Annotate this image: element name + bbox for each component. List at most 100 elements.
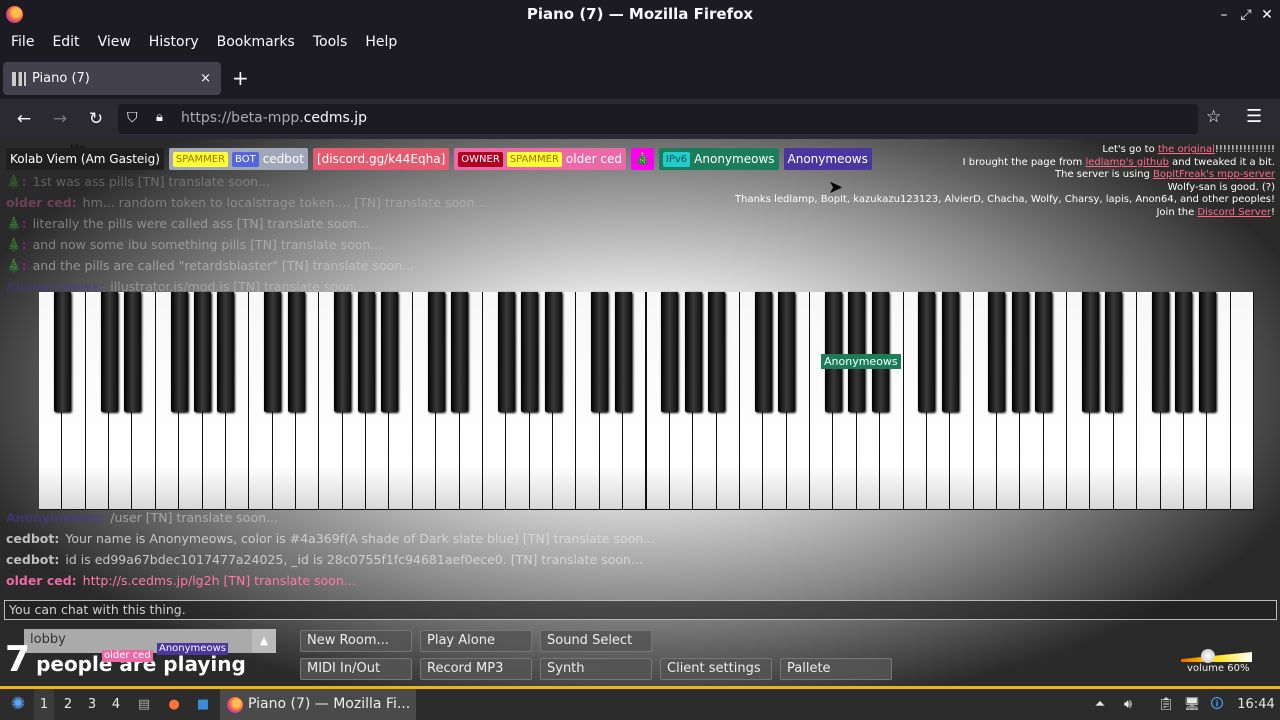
black-key[interactable]	[100, 292, 118, 412]
black-key[interactable]	[871, 292, 889, 412]
black-key[interactable]	[941, 292, 959, 412]
taskbar: ✺ 1 2 3 4 ▤ ● ■ Piano (7) — Mozilla Fi..…	[0, 686, 1280, 720]
close-tab-icon[interactable]: ×	[200, 62, 211, 95]
reload-icon[interactable]: ↻	[85, 108, 107, 130]
menu-help[interactable]: Help	[356, 29, 406, 55]
black-key[interactable]	[1152, 292, 1170, 412]
white-key[interactable]	[1230, 292, 1254, 509]
volume-tray-icon[interactable]: 🔊︎	[1118, 689, 1138, 720]
back-icon[interactable]: ←	[13, 108, 35, 130]
menu-file[interactable]: File	[2, 29, 43, 55]
clipboard-tray-icon[interactable]: 📋︎	[1156, 689, 1176, 720]
workspace-4[interactable]: 4	[106, 689, 126, 720]
original-link[interactable]: the original	[1158, 144, 1215, 155]
pallete-button[interactable]: Pallete	[780, 658, 892, 680]
user-1[interactable]: SPAMMER BOT cedbot	[168, 148, 308, 170]
black-key[interactable]	[684, 292, 702, 412]
black-key[interactable]	[661, 292, 679, 412]
shield-icon[interactable]: ⛉	[127, 110, 138, 126]
taskbar-firefox-task[interactable]: Piano (7) — Mozilla Fi...	[220, 689, 416, 720]
black-key[interactable]	[380, 292, 398, 412]
black-key[interactable]	[778, 292, 796, 412]
menu-tools[interactable]: Tools	[304, 29, 357, 55]
black-key[interactable]	[1011, 292, 1029, 412]
black-key[interactable]	[217, 292, 235, 412]
black-key[interactable]	[451, 292, 469, 412]
github-link[interactable]: ledlamp's github	[1085, 157, 1168, 168]
user-name: older ced	[565, 152, 622, 166]
synth-button[interactable]: Synth	[540, 658, 652, 680]
menu-history[interactable]: History	[140, 29, 208, 55]
menu-view[interactable]: View	[89, 29, 140, 55]
hamburger-menu-icon[interactable]: ☰	[1246, 106, 1262, 127]
display-tray-icon[interactable]: 🖥︎	[1182, 689, 1202, 720]
black-key[interactable]	[824, 292, 842, 412]
black-key[interactable]	[614, 292, 632, 412]
lock-icon[interactable]: 🔒︎	[156, 110, 163, 125]
user-3[interactable]: OWNER SPAMMER older ced	[454, 148, 626, 170]
chat-input[interactable]: You can chat with this thing.	[4, 600, 1277, 620]
firefox-launcher-icon[interactable]: ●	[163, 689, 185, 720]
room-expand-icon[interactable]: ▲	[252, 629, 276, 653]
black-key[interactable]	[1198, 292, 1216, 412]
black-key[interactable]	[591, 292, 609, 412]
midi-button[interactable]: MIDI In/Out	[300, 658, 412, 680]
firefox-task-icon	[227, 697, 243, 713]
volume-slider[interactable]: volume 60%	[1152, 649, 1252, 677]
new-tab-icon[interactable]: +	[232, 68, 249, 88]
black-key[interactable]	[918, 292, 936, 412]
black-key[interactable]	[123, 292, 141, 412]
black-key[interactable]	[53, 292, 71, 412]
user-4[interactable]: 🎄	[630, 148, 654, 170]
black-key[interactable]	[848, 292, 866, 412]
server-link[interactable]: BopItFreak's mpp-server	[1153, 169, 1275, 180]
black-key[interactable]	[170, 292, 188, 412]
workspace-2[interactable]: 2	[58, 689, 78, 720]
tray-up-icon[interactable]: ⏶	[1090, 689, 1110, 720]
user-2[interactable]: [discord.gg/k44Eqha]	[312, 148, 450, 170]
workspace-3[interactable]: 3	[82, 689, 102, 720]
maximize-icon[interactable]: ⤢	[1237, 6, 1255, 24]
user-0[interactable]: Kolab Viem (Am Gasteig)	[6, 148, 164, 170]
black-key[interactable]	[287, 292, 305, 412]
black-key[interactable]	[1175, 292, 1193, 412]
minimize-icon[interactable]: –	[1215, 6, 1233, 24]
terminal-icon[interactable]: ■	[192, 689, 214, 720]
volume-label: volume 60%	[1187, 663, 1250, 674]
sound-select-button[interactable]: Sound Select	[540, 630, 652, 652]
tab-piano[interactable]: Piano (7) ×	[3, 62, 221, 95]
black-key[interactable]	[521, 292, 539, 412]
user-tag: SPAMMER	[506, 151, 562, 167]
volume-knob[interactable]	[1201, 649, 1215, 663]
file-manager-icon[interactable]: ▤	[134, 689, 154, 720]
black-key[interactable]	[357, 292, 375, 412]
close-window-icon[interactable]: ✕	[1258, 6, 1276, 24]
black-key[interactable]	[334, 292, 352, 412]
record-mp3-button[interactable]: Record MP3	[420, 658, 532, 680]
black-key[interactable]	[1081, 292, 1099, 412]
start-menu-icon[interactable]: ✺	[6, 689, 30, 720]
discord-link[interactable]: Discord Server	[1197, 207, 1271, 218]
forward-icon[interactable]: →	[49, 108, 71, 130]
bookmark-star-icon[interactable]: ☆	[1206, 107, 1221, 127]
black-key[interactable]	[264, 292, 282, 412]
black-key[interactable]	[708, 292, 726, 412]
black-key[interactable]	[427, 292, 445, 412]
menu-bookmarks[interactable]: Bookmarks	[208, 29, 304, 55]
url-text[interactable]: https://beta-mpp.cedms.jp	[181, 110, 367, 126]
black-key[interactable]	[988, 292, 1006, 412]
client-settings-button[interactable]: Client settings	[660, 658, 772, 680]
menu-edit[interactable]: Edit	[43, 29, 88, 55]
black-key[interactable]	[1035, 292, 1053, 412]
piano-keyboard[interactable]	[39, 292, 1254, 510]
black-key[interactable]	[544, 292, 562, 412]
black-key[interactable]	[754, 292, 772, 412]
new-room-button[interactable]: New Room...	[300, 630, 412, 652]
play-alone-button[interactable]: Play Alone	[420, 630, 532, 652]
black-key[interactable]	[194, 292, 212, 412]
workspace-1[interactable]: 1	[34, 689, 54, 720]
black-key[interactable]	[497, 292, 515, 412]
notification-tray-icon[interactable]: 🛈	[1207, 689, 1227, 720]
url-bar[interactable]: ⛉ 🔒︎ https://beta-mpp.cedms.jp	[118, 104, 1198, 134]
black-key[interactable]	[1105, 292, 1123, 412]
